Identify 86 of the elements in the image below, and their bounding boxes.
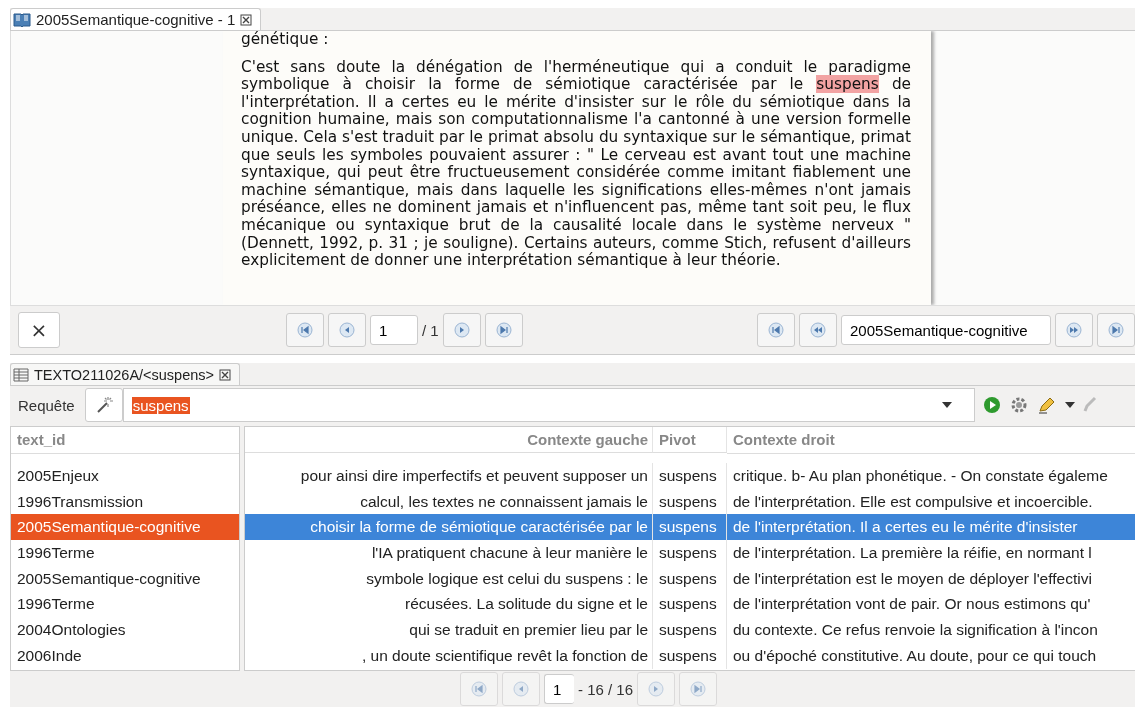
query-field[interactable]: suspens <box>122 388 975 422</box>
table-cell: suspens <box>653 642 727 669</box>
close-icon[interactable] <box>219 368 232 381</box>
column-header[interactable]: text_id <box>11 427 239 454</box>
table-cell: suspens <box>653 591 727 618</box>
table-cell-text: de l'interprétation est le moyen de déployer l'effectivi <box>732 568 1093 589</box>
table-icon <box>13 367 29 382</box>
text-id-item[interactable]: 1996Transmission <box>11 488 239 515</box>
double-forward-icon <box>1066 322 1082 338</box>
table-cell: suspens <box>653 514 727 541</box>
close-button[interactable]: × <box>18 312 60 348</box>
table-cell-text: du contexte. Ce refus renvoie la signification à l'incon <box>732 620 1099 641</box>
first-document-button[interactable] <box>757 313 795 347</box>
table-cell: symbole logique est celui du suspens : le <box>245 565 653 592</box>
table-cell: qui se traduit en premier lieu par le <box>245 617 653 643</box>
skip-forward-icon <box>1108 322 1124 338</box>
page-total: / 1 <box>422 321 439 339</box>
skip-forward-icon <box>690 681 707 697</box>
table-cell: récusées. La solitude du signe et le <box>245 591 653 618</box>
first-page-button[interactable] <box>460 672 498 706</box>
concordance-row[interactable]: , un doute scientifique revêt la fonction de suspens ou d'époché constitutive. Au doute, pour ce qui touch <box>245 642 1135 669</box>
concordance-tab[interactable]: TEXTO211026A/<suspens> <box>10 363 241 385</box>
previous-page-button[interactable] <box>502 672 540 706</box>
next-document-button[interactable] <box>1055 313 1093 347</box>
next-page-button[interactable] <box>637 672 676 706</box>
document-paragraph: C'est sans doute la dénégation de l'herméneutique qui a conduit le paradigme symbolique à choisir la forme de sémiotique caractérisée par le suspens de l'interprétation. Il a certes eu le mérite d'insister sur le rôle du sémiotique dans la cognition humaine, mais son computationnalisme l'a cantonné à une version formelle unique. Cela s'est traduit par le primat absolu du syntaxique sur le sémantique, primat que seuls les symboles pouvaient assurer : " Le cerveau est avant tout une machine syntaxique, qui peut être fructueusement considérée comme imitant fiablement une machine sémantique, mais dans laquelle les significations elles-mêmes n'ont jamais préséance, elles ne dominent jamais et n'influencent pas, même tant soit peu, le flux mécanique ou syntaxique brut de la causalité locale dans le système nerveux " (Dennett, 1992, p. 31 ; je souligne). Certains auteurs, comme Stich, refusent d'ailleurs explicitement de donner une interprétation sémantique à leur théorie. <box>241 58 911 270</box>
text-id-item[interactable]: 2005Semantique-cognitive <box>11 514 239 541</box>
last-document-button[interactable] <box>1097 313 1135 347</box>
table-cell: choisir la forme de sémiotique caractérisée par le <box>245 514 653 541</box>
caret-icon[interactable] <box>1064 402 1075 408</box>
table-cell-text: ou d'époché constitutive. Au doute, pour ce qui touch <box>732 645 1098 666</box>
text-id-item[interactable]: 2005Enjeux <box>11 463 239 489</box>
back-icon <box>339 322 355 338</box>
column-header[interactable]: Contexte gauche <box>245 427 653 453</box>
table-cell-text: de l'interprétation. Il a certes eu le mérite d'insister <box>732 517 1079 538</box>
column-header[interactable]: Contexte droit <box>727 427 1135 454</box>
concordance-row[interactable]: l'IA pratiquent chacune à leur manière le suspens de l'interprétation. La première la réifie, en normant l <box>245 540 1135 566</box>
skip-forward-icon <box>495 322 512 338</box>
table-cell: , un doute scientifique revêt la fonction de <box>245 642 653 669</box>
table-cell-text: de l'interprétation. La première la réifie, en normant l <box>732 543 1093 564</box>
document-text: génétique : <box>241 31 330 49</box>
previous-page-button[interactable] <box>328 313 366 347</box>
table-cell-text: critique. b- Au plan phonétique. - On constate égaleme <box>732 466 1109 486</box>
first-page-button[interactable] <box>286 313 324 347</box>
concordance-row[interactable]: pour ainsi dire imperfectifs et peuvent supposer un suspens critique. b- Au plan phonétique. - On constate égaleme <box>245 463 1135 489</box>
concordance-row[interactable]: qui se traduit en premier lieu par le suspens du contexte. Ce refus renvoie la signification à l'incon <box>245 617 1135 643</box>
text-id-item[interactable]: 2005Semantique-cognitive <box>11 565 239 592</box>
column-header[interactable]: Pivot <box>653 427 727 453</box>
table-cell-text: de l'interprétation vont de pair. Or nous estimons qu' <box>732 594 1092 615</box>
close-icon[interactable] <box>240 13 253 26</box>
double-back-icon <box>810 322 826 338</box>
book-icon <box>13 11 31 28</box>
table-cell: l'IA pratiquent chacune à leur manière le <box>245 540 653 566</box>
results-total: - 16 / 16 <box>578 680 634 698</box>
caret-icon[interactable] <box>941 402 952 408</box>
table-cell: suspens <box>653 463 727 489</box>
last-page-button[interactable] <box>484 313 523 347</box>
concordance-row[interactable]: récusées. La solitude du signe et le suspens de l'interprétation vont de pair. Or nous estimons qu' <box>245 591 1135 618</box>
play-icon[interactable] <box>982 396 1001 414</box>
wand-button[interactable] <box>84 388 123 422</box>
back-icon <box>513 681 529 697</box>
concordance-row[interactable]: symbole logique est celui du suspens : le suspens de l'interprétation est le moyen de déployer l'effectivi <box>245 565 1135 592</box>
forward-icon <box>453 322 470 338</box>
text-id-item[interactable]: 1996Terme <box>11 540 239 566</box>
text-id-item[interactable]: 1996Terme <box>11 591 239 618</box>
text-id-item[interactable]: 2004Ontologies <box>11 617 239 643</box>
document-field[interactable]: 2005Semantique-cognitive <box>841 315 1051 345</box>
table-cell: pour ainsi dire imperfectifs et peuvent supposer un <box>245 463 653 489</box>
text-id-item[interactable]: 2006Inde <box>11 642 239 669</box>
highlighter-icon[interactable] <box>1036 396 1057 414</box>
last-page-button[interactable] <box>679 672 718 706</box>
forward-icon <box>648 681 665 697</box>
skip-back-icon <box>768 322 784 338</box>
page-field[interactable]: 1 <box>544 674 574 704</box>
table-cell: suspens <box>653 565 727 592</box>
skip-back-icon <box>297 322 313 338</box>
table-cell: suspens <box>653 540 727 566</box>
table-cell: suspens <box>653 617 727 643</box>
query-label: Requête <box>18 396 75 414</box>
next-page-button[interactable] <box>442 313 481 347</box>
skip-back-icon <box>471 681 487 697</box>
table-cell-text: de l'interprétation. Elle est compulsive et incoercible. <box>732 491 1094 512</box>
page-field[interactable]: 1 <box>370 315 418 345</box>
editor-tab[interactable]: 2005Semantique-cognitive - 1 <box>10 8 262 30</box>
concordance-row[interactable]: choisir la forme de sémiotique caractérisée par le suspens de l'interprétation. Il a certes eu le mérite d'insister <box>245 514 1135 541</box>
previous-document-button[interactable] <box>799 313 837 347</box>
